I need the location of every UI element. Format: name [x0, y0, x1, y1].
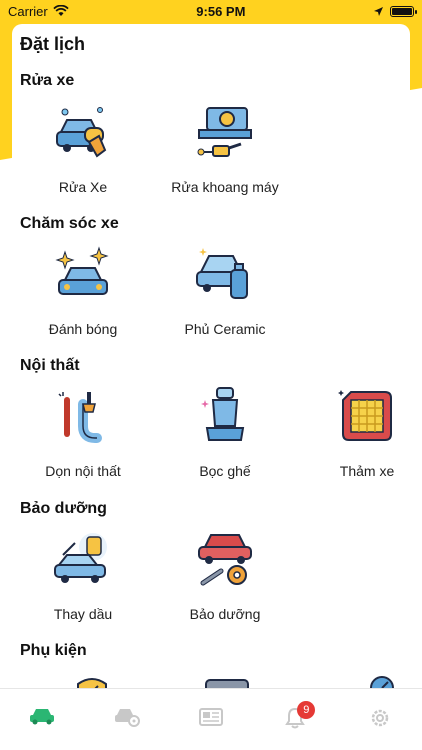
seat-cover-icon: [201, 387, 245, 441]
location-arrow-icon: [374, 6, 383, 16]
service-label: Đánh bóng: [48, 321, 118, 337]
clock: 9:56 PM: [196, 3, 246, 19]
battery-icon: [390, 5, 417, 17]
car-settings-icon: [114, 709, 140, 727]
service-seat-cover[interactable]: Bọc ghế: [160, 386, 290, 479]
section-title-maintenance: Bảo dưỡng: [20, 500, 107, 517]
tab-car-service[interactable]: [107, 707, 147, 735]
ceramic-icon: [196, 248, 248, 299]
engine-wash-icon: [197, 107, 252, 157]
service-car-mat[interactable]: Thảm xe: [302, 386, 410, 479]
service-engine-wash[interactable]: Rửa khoang máy: [160, 102, 290, 195]
oil-change-icon: [54, 533, 107, 583]
status-bar: Carrier 9:56 PM: [0, 0, 422, 22]
car-wash-icon: [56, 107, 107, 158]
tab-news[interactable]: [191, 707, 231, 735]
service-label: Bọc ghế: [199, 463, 251, 479]
wifi-icon: [53, 5, 69, 16]
service-interior-cleaning[interactable]: Dọn nội thất: [18, 386, 148, 479]
gear-icon: [371, 709, 388, 727]
section-title-car-care: Chăm sóc xe: [20, 215, 119, 232]
booking-card: Đặt lịch Rửa xe Rửa Xe Rửa khoang máy Ch…: [12, 24, 410, 724]
tab-notifications[interactable]: 9: [275, 701, 316, 735]
polish-icon: [55, 246, 109, 295]
section-title-car-wash: Rửa xe: [20, 72, 75, 89]
service-label: Rửa Xe: [58, 179, 108, 195]
service-label: Thảm xe: [339, 463, 395, 479]
service-maintenance[interactable]: Bảo dưỡng: [160, 529, 290, 622]
service-label: Thay dầu: [53, 606, 113, 622]
maintenance-icon: [198, 534, 252, 586]
car-mat-icon: [338, 390, 392, 441]
service-label: Dọn nội thất: [45, 463, 121, 479]
page-title: Đặt lịch: [20, 34, 86, 54]
service-car-wash[interactable]: Rửa Xe: [18, 102, 148, 195]
car-icon: [30, 709, 55, 725]
tab-booking[interactable]: [22, 707, 62, 735]
service-label: Phủ Ceramic: [184, 321, 266, 337]
service-ceramic[interactable]: Phủ Ceramic: [160, 244, 290, 337]
section-title-accessories: Phụ kiện: [20, 642, 87, 659]
service-polish[interactable]: Đánh bóng: [18, 244, 148, 337]
tab-settings[interactable]: [360, 707, 400, 735]
service-label: Rửa khoang máy: [171, 179, 279, 195]
service-label: Bảo dưỡng: [189, 606, 261, 622]
bottom-tab-bar: 9: [0, 688, 422, 750]
carrier-label: Carrier: [8, 3, 48, 19]
section-title-interior: Nội thất: [20, 357, 80, 374]
interior-cleaning-icon: [58, 392, 102, 443]
newspaper-icon: [198, 708, 223, 726]
notification-badge: 9: [297, 701, 316, 719]
service-oil-change[interactable]: Thay dầu: [18, 529, 148, 622]
